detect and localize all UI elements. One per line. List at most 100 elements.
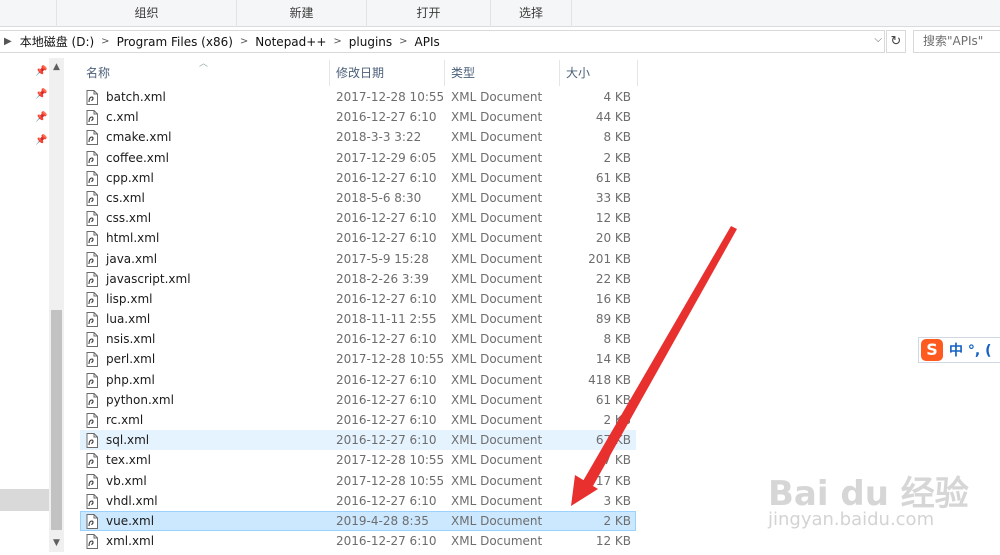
file-name[interactable]: xml.xml [106, 531, 154, 551]
file-name[interactable]: lisp.xml [106, 289, 152, 309]
file-name[interactable]: python.xml [106, 390, 174, 410]
file-size: 2 KB [603, 150, 631, 165]
file-size: 2 KB [603, 513, 631, 528]
file-name[interactable]: java.xml [106, 249, 157, 269]
file-row[interactable]: python.xml 2016-12-27 6:10 XML Document 61 … [80, 390, 636, 410]
file-size: 12 KB [595, 211, 631, 226]
ribbon-group-organize: 组织 [56, 0, 236, 27]
file-name[interactable]: php.xml [106, 370, 155, 390]
navigation-selected-item[interactable] [0, 489, 49, 511]
file-row[interactable]: rc.xml 2016-12-27 6:10 XML Document 2 KB [80, 410, 636, 430]
file-row[interactable]: java.xml 2017-5-9 15:28 XML Document 201 KB [80, 249, 636, 269]
file-type: XML Document [451, 534, 543, 549]
ime-mode-text[interactable]: 中 °, ( [949, 340, 991, 360]
scroll-up-icon[interactable]: ▲ [49, 60, 64, 74]
file-name[interactable]: css.xml [106, 208, 151, 228]
file-size: 33 KB [595, 190, 631, 205]
file-row[interactable]: perl.xml 2017-12-28 10:55 XML Document 14 K… [80, 349, 636, 369]
xml-file-icon [85, 251, 99, 267]
file-list: batch.xml 2017-12-28 10:55 XML Document 4 K… [80, 87, 636, 551]
breadcrumb-chevron-icon[interactable]: > [98, 36, 112, 47]
file-name[interactable]: c.xml [106, 107, 139, 127]
file-row[interactable]: c.xml 2016-12-27 6:10 XML Document 44 KB [80, 107, 636, 127]
file-name[interactable]: rc.xml [106, 410, 143, 430]
breadcrumb-chevron-icon[interactable]: > [237, 36, 251, 47]
file-name[interactable]: batch.xml [106, 87, 166, 107]
file-date: 2016-12-27 6:10 [336, 110, 437, 125]
breadcrumb-apis[interactable]: APIs [411, 35, 444, 49]
file-name[interactable]: lua.xml [106, 309, 150, 329]
file-date: 2018-3-3 3:22 [336, 130, 422, 145]
file-name[interactable]: vb.xml [106, 471, 147, 491]
watermark-url: jingyan.baidu.com [768, 509, 935, 530]
scroll-down-icon[interactable]: ▼ [49, 536, 64, 550]
file-name[interactable]: vue.xml [106, 511, 154, 531]
ime-status-bar[interactable]: S 中 °, ( [918, 337, 1000, 363]
pin-icon[interactable]: 📌 [35, 112, 47, 124]
file-row[interactable]: html.xml 2016-12-27 6:10 XML Document 20 KB [80, 228, 636, 248]
file-row[interactable]: cmake.xml 2018-3-3 3:22 XML Document 8 KB [80, 127, 636, 147]
file-row[interactable]: lua.xml 2018-11-11 2:55 XML Document 89 KB [80, 309, 636, 329]
file-type: XML Document [451, 90, 543, 104]
file-name[interactable]: javascript.xml [106, 269, 191, 289]
xml-file-icon [85, 211, 99, 227]
file-size: 8 KB [603, 332, 631, 347]
pin-icon[interactable]: 📌 [35, 135, 47, 147]
breadcrumb-program-files[interactable]: Program Files (x86) [113, 35, 237, 49]
file-row[interactable]: tex.xml 2017-12-28 10:55 XML Document 7 KB [80, 450, 636, 470]
file-name[interactable]: cmake.xml [106, 127, 171, 147]
column-header-size[interactable]: 大小 [560, 60, 638, 86]
file-name[interactable]: coffee.xml [106, 148, 169, 168]
file-row[interactable]: nsis.xml 2016-12-27 6:10 XML Document 8 KB [80, 329, 636, 349]
file-row[interactable]: cpp.xml 2016-12-27 6:10 XML Document 61 KB [80, 168, 636, 188]
file-row[interactable]: lisp.xml 2016-12-27 6:10 XML Document 16 KB [80, 289, 636, 309]
sogou-logo-icon[interactable]: S [921, 339, 943, 361]
file-row[interactable]: vhdl.xml 2016-12-27 6:10 XML Document 3 KB [80, 491, 636, 511]
pin-icon[interactable]: 📌 [35, 66, 47, 78]
file-name[interactable]: html.xml [106, 228, 159, 248]
file-name[interactable]: cs.xml [106, 188, 145, 208]
file-row[interactable]: vue.xml 2019-4-28 8:35 XML Document 2 KB [80, 510, 636, 532]
file-date: 2017-5-9 15:28 [336, 251, 429, 266]
column-header-name[interactable]: 名称 [80, 60, 330, 86]
refresh-icon[interactable]: ↻ [886, 30, 906, 53]
breadcrumb-plugins[interactable]: plugins [345, 35, 396, 49]
file-row[interactable]: vb.xml 2017-12-28 10:55 XML Document 17 KB [80, 471, 636, 491]
address-history-chevron-down-icon[interactable]: ⌵ [874, 34, 882, 45]
xml-file-icon [85, 130, 99, 146]
file-row[interactable]: sql.xml 2016-12-27 6:10 XML Document 67 KB [80, 430, 636, 451]
file-row[interactable]: css.xml 2016-12-27 6:10 XML Document 12 KB [80, 208, 636, 228]
column-header-type[interactable]: 类型 [445, 60, 560, 86]
xml-file-icon [85, 150, 99, 166]
pin-icon[interactable]: 📌 [35, 89, 47, 101]
file-size: 7 KB [603, 453, 631, 468]
file-name[interactable]: vhdl.xml [106, 491, 158, 511]
file-row[interactable]: batch.xml 2017-12-28 10:55 XML Document 4 K… [80, 87, 636, 107]
file-row[interactable]: php.xml 2016-12-27 6:10 XML Document 418 KB [80, 370, 636, 390]
breadcrumb-expand-icon[interactable]: ▶ [0, 36, 16, 47]
address-bar[interactable]: ▶ 本地磁盘 (D:) > Program Files (x86) > Note… [0, 30, 885, 53]
xml-file-icon [85, 190, 99, 206]
file-row[interactable]: xml.xml 2016-12-27 6:10 XML Document 12 KB [80, 531, 636, 551]
column-header-date[interactable]: 修改日期 [330, 60, 445, 86]
file-date: 2017-12-29 6:05 [336, 150, 437, 165]
scrollbar-thumb[interactable] [51, 310, 62, 530]
navigation-scrollbar[interactable]: ▲ ▼ [49, 58, 64, 552]
file-row[interactable]: coffee.xml 2017-12-29 6:05 XML Document 2 K… [80, 148, 636, 168]
xml-file-icon [85, 513, 99, 529]
breadcrumb-drive[interactable]: 本地磁盘 (D:) [16, 33, 98, 50]
file-name[interactable]: tex.xml [106, 450, 151, 470]
file-date: 2017-12-28 10:55 [336, 453, 445, 468]
file-name[interactable]: sql.xml [106, 430, 149, 450]
file-name[interactable]: perl.xml [106, 349, 155, 369]
file-name[interactable]: nsis.xml [106, 329, 155, 349]
file-date: 2016-12-27 6:10 [336, 170, 437, 185]
file-row[interactable]: cs.xml 2018-5-6 8:30 XML Document 33 KB [80, 188, 636, 208]
file-row[interactable]: javascript.xml 2018-2-26 3:39 XML Document… [80, 269, 636, 289]
breadcrumb-chevron-icon[interactable]: > [396, 36, 410, 47]
file-name[interactable]: cpp.xml [106, 168, 154, 188]
breadcrumb-chevron-icon[interactable]: > [330, 36, 344, 47]
breadcrumb-notepadpp[interactable]: Notepad++ [251, 35, 330, 49]
file-date: 2018-2-26 3:39 [336, 271, 429, 286]
search-input[interactable]: 搜索"APIs" [913, 30, 1000, 53]
